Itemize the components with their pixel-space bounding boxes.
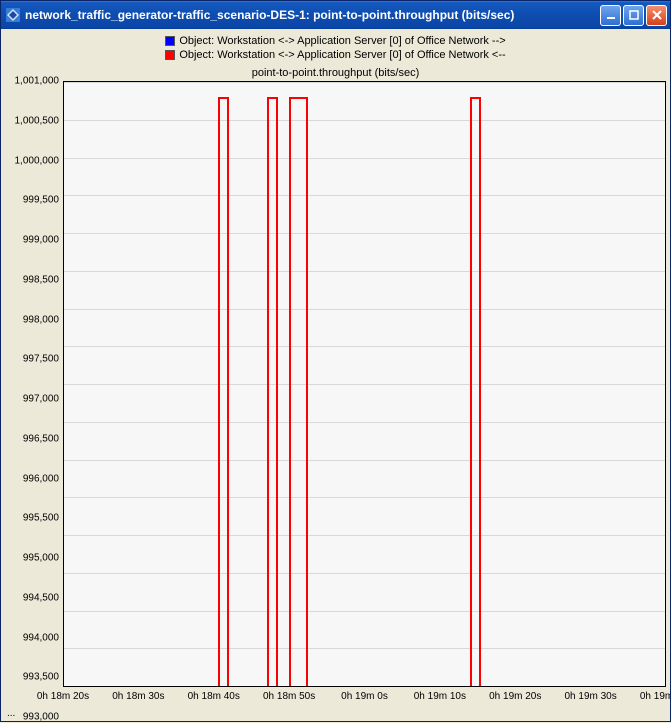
- grid-line: [64, 573, 665, 574]
- y-tick-label: 993,000: [23, 712, 59, 723]
- grid-line: [64, 82, 665, 83]
- x-tick-label: 0h 19m 0s: [341, 691, 388, 702]
- y-tick-label: 994,000: [23, 632, 59, 643]
- y-tick-label: 998,500: [23, 274, 59, 285]
- maximize-button[interactable]: [623, 5, 644, 26]
- grid-line: [64, 158, 665, 159]
- grid-line: [64, 233, 665, 234]
- legend-label-1: Object: Workstation <-> Application Serv…: [179, 35, 505, 47]
- window: network_traffic_generator-traffic_scenar…: [0, 0, 671, 722]
- titlebar[interactable]: network_traffic_generator-traffic_scenar…: [1, 1, 670, 29]
- y-tick-label: 1,000,000: [15, 155, 60, 166]
- y-tick-label: 998,000: [23, 314, 59, 325]
- grid-line: [64, 271, 665, 272]
- legend: Object: Workstation <-> Application Serv…: [5, 35, 666, 63]
- y-tick-label: 995,500: [23, 513, 59, 524]
- y-tick-label: 996,500: [23, 433, 59, 444]
- y-tick-label: 996,000: [23, 473, 59, 484]
- window-buttons: [600, 5, 667, 26]
- grid-line: [64, 384, 665, 385]
- grid-line: [64, 309, 665, 310]
- x-tick-label: 0h 18m 30s: [112, 691, 164, 702]
- grid-line: [64, 346, 665, 347]
- x-tick-label: 0h 19m 10s: [414, 691, 466, 702]
- legend-swatch-2: [165, 50, 175, 60]
- grid-line: [64, 535, 665, 536]
- y-tick-label: 999,500: [23, 195, 59, 206]
- app-icon: [5, 7, 21, 23]
- x-tick-label: 0h 18m 40s: [188, 691, 240, 702]
- x-tick-label: 0h 19m 30s: [564, 691, 616, 702]
- legend-item-2: Object: Workstation <-> Application Serv…: [165, 49, 505, 61]
- chart-area: 993,000993,500994,000994,500995,000995,5…: [5, 81, 666, 717]
- y-tick-label: 997,500: [23, 354, 59, 365]
- grid-line: [64, 611, 665, 612]
- y-tick-label: 997,000: [23, 394, 59, 405]
- grid-line: [64, 422, 665, 423]
- y-tick-label: 1,000,500: [15, 115, 60, 126]
- y-tick-label: 994,500: [23, 592, 59, 603]
- y-tick-label: 995,000: [23, 553, 59, 564]
- grid-line: [64, 195, 665, 196]
- y-axis: 993,000993,500994,000994,500995,000995,5…: [5, 81, 63, 717]
- window-title: network_traffic_generator-traffic_scenar…: [25, 8, 594, 22]
- data-bar: [267, 97, 278, 686]
- chart-title: point-to-point.throughput (bits/sec): [5, 67, 666, 79]
- legend-swatch-1: [165, 36, 175, 46]
- y-tick-label: 993,500: [23, 672, 59, 683]
- data-bar: [289, 97, 308, 686]
- x-axis: 0h 18m 20s0h 18m 30s0h 18m 40s0h 18m 50s…: [63, 687, 666, 717]
- legend-item-1: Object: Workstation <-> Application Serv…: [165, 35, 505, 47]
- y-tick-label: 999,000: [23, 235, 59, 246]
- x-tick-label: 0h 18m 20s: [37, 691, 89, 702]
- grid-line: [64, 497, 665, 498]
- plot-wrap: 0h 18m 20s0h 18m 30s0h 18m 40s0h 18m 50s…: [63, 81, 666, 717]
- chart-panel: Object: Workstation <-> Application Serv…: [1, 29, 670, 721]
- grid-line: [64, 120, 665, 121]
- minimize-button[interactable]: [600, 5, 621, 26]
- x-tick-label: 0h 19m 20s: [489, 691, 541, 702]
- grid-line: [64, 648, 665, 649]
- y-tick-label: 1,001,000: [15, 76, 60, 87]
- y-axis-ellipsis: ...: [7, 708, 15, 719]
- plot-region[interactable]: [63, 81, 666, 687]
- x-tick-label: 0h 19m 40s: [640, 691, 671, 702]
- x-tick-label: 0h 18m 50s: [263, 691, 315, 702]
- close-button[interactable]: [646, 5, 667, 26]
- legend-label-2: Object: Workstation <-> Application Serv…: [179, 49, 505, 61]
- data-bar: [218, 97, 229, 686]
- grid-line: [64, 460, 665, 461]
- data-bar: [470, 97, 481, 686]
